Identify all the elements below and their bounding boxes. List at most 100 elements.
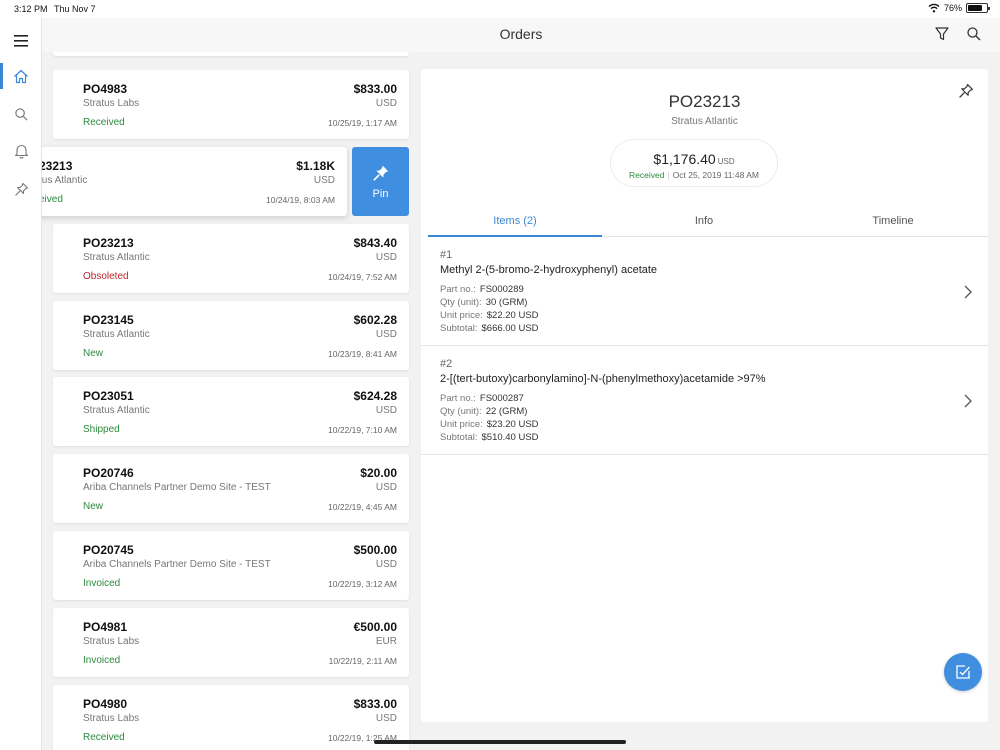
approve-fab-button[interactable] — [944, 653, 982, 691]
item-name: Methyl 2-(5-bromo-2-hydroxyphenyl) aceta… — [440, 264, 658, 276]
order-vendor: Stratus Labs — [83, 98, 140, 109]
order-vendor: Stratus Atlantic — [83, 405, 150, 416]
item-part: Part no.: FS000289 — [440, 284, 524, 295]
order-amount: €500.00 — [353, 620, 397, 634]
status-date: Thu Nov 7 — [54, 4, 96, 14]
order-currency: USD — [375, 713, 397, 724]
list-item-partial[interactable] — [53, 52, 409, 56]
item-price: Unit price: $22.20 USD — [440, 310, 539, 321]
item-subtotal: Subtotal: $510.40 USD — [440, 432, 539, 443]
status-bar: 3:12 PM Thu Nov 7 76% — [0, 0, 1000, 18]
battery-icon — [966, 3, 990, 13]
pin-label: Pin — [372, 187, 389, 200]
item-subtotal-value: $510.40 USD — [481, 432, 539, 443]
pin-icon — [14, 182, 28, 196]
order-status: New — [83, 348, 104, 359]
home-indicator[interactable] — [374, 740, 626, 744]
item-qty-value: 22 (GRM) — [485, 406, 528, 417]
item-subtotal-label: Subtotal: — [440, 323, 478, 334]
chevron-right-icon — [964, 394, 972, 408]
order-currency: USD — [375, 252, 397, 263]
line-item[interactable]: #1 Methyl 2-(5-bromo-2-hydroxyphenyl) ac… — [421, 238, 988, 346]
item-number: #2 — [440, 358, 453, 370]
nav-search[interactable] — [0, 99, 42, 129]
order-timestamp: 10/22/19, 2:11 AM — [328, 656, 397, 666]
item-qty-label: Qty (unit): — [440, 297, 482, 308]
order-po: PO23051 — [83, 389, 134, 403]
order-timestamp: 10/22/19, 7:10 AM — [328, 425, 397, 435]
order-card[interactable]: PO23051 Stratus Atlantic Shipped $624.28… — [53, 377, 409, 446]
item-part-value: FS000287 — [479, 393, 524, 404]
side-nav — [0, 18, 42, 750]
wifi-icon — [928, 3, 940, 13]
nav-pinned[interactable] — [0, 174, 42, 204]
detail-po-title: PO23213 — [668, 92, 741, 111]
order-card[interactable]: PO4980 Stratus Labs Received $833.00 USD… — [53, 685, 409, 750]
order-currency: USD — [375, 98, 397, 109]
tab-info[interactable]: Info — [617, 215, 791, 227]
nav-home[interactable] — [0, 61, 42, 91]
order-amount: $602.28 — [353, 313, 397, 327]
order-vendor: Ariba Channels Partner Demo Site - TEST — [83, 482, 271, 493]
menu-button[interactable] — [0, 26, 42, 56]
order-status: Obsoleted — [83, 271, 129, 282]
order-status: Received — [629, 170, 665, 180]
order-vendor: Stratus Labs — [83, 713, 140, 724]
order-amount: $843.40 — [353, 236, 397, 250]
pin-icon — [372, 165, 388, 181]
order-amount: $20.00 — [360, 466, 397, 480]
bell-icon — [14, 144, 28, 159]
order-card[interactable]: PO23145 Stratus Atlantic New $602.28 USD… — [53, 301, 409, 370]
order-currency: EUR — [375, 636, 397, 647]
order-amount: $624.28 — [353, 389, 397, 403]
order-po: 23213 — [42, 159, 73, 173]
order-total-currency: USD — [717, 157, 735, 166]
search-icon[interactable] — [966, 26, 982, 42]
pin-button[interactable]: Pin — [352, 147, 409, 216]
item-qty: Qty (unit): 22 (GRM) — [440, 406, 527, 417]
order-status: Received — [83, 732, 125, 743]
battery-percent: 76% — [943, 3, 962, 13]
item-qty-label: Qty (unit): — [440, 406, 482, 417]
order-currency: USD — [375, 405, 397, 416]
app-header: Orders — [42, 18, 1000, 52]
order-status: New — [83, 501, 104, 512]
order-timestamp: 10/22/19, 3:12 AM — [328, 579, 397, 589]
orders-list: PO4983 Stratus Labs Received $833.00 USD… — [42, 52, 420, 750]
order-card[interactable]: PO4981 Stratus Labs Invoiced €500.00 EUR… — [53, 608, 409, 677]
order-currency: USD — [375, 482, 397, 493]
order-status: Invoiced — [83, 655, 121, 666]
order-timestamp: 10/25/19, 1:17 AM — [328, 118, 397, 128]
order-po: PO4980 — [83, 697, 128, 711]
item-name: 2-[(tert-butoxy)carbonylamino]-N-(phenyl… — [440, 373, 766, 385]
order-date: Oct 25, 2019 11:48 AM — [672, 170, 759, 180]
line-item[interactable]: #2 2-[(tert-butoxy)carbonylamino]-N-(phe… — [421, 347, 988, 455]
order-card-swiped[interactable]: 23213 tus Atlantic eived $1.18K USD 10/2… — [42, 147, 347, 216]
checkbox-edit-icon — [956, 665, 971, 679]
status-time: 3:12 PM — [14, 4, 48, 14]
nav-notifications[interactable] — [0, 136, 42, 166]
order-timestamp: 10/24/19, 7:52 AM — [328, 272, 397, 282]
detail-tabs: Items (2) Info Timeline — [428, 211, 988, 237]
item-price-value: $22.20 USD — [486, 310, 539, 321]
order-total-amount: $1,176.40 — [653, 151, 716, 167]
item-part-label: Part no.: — [440, 284, 476, 295]
order-po: PO23145 — [83, 313, 134, 327]
item-qty-value: 30 (GRM) — [485, 297, 528, 308]
order-total: $1,176.40 USD — [611, 151, 777, 167]
order-card[interactable]: PO23213 Stratus Atlantic Obsoleted $843.… — [53, 224, 409, 293]
status-right: 76% — [928, 3, 990, 13]
order-vendor: Ariba Channels Partner Demo Site - TEST — [83, 559, 271, 570]
order-card[interactable]: PO4983 Stratus Labs Received $833.00 USD… — [53, 70, 409, 139]
filter-icon[interactable] — [934, 26, 950, 42]
tab-items[interactable]: Items (2) — [428, 215, 602, 227]
detail-vendor: Stratus Atlantic — [671, 116, 738, 127]
order-vendor: tus Atlantic — [42, 175, 88, 186]
tab-timeline[interactable]: Timeline — [806, 215, 980, 227]
order-summary: $1,176.40 USD Received | Oct 25, 2019 11:48… — [610, 139, 778, 187]
order-timestamp: 10/24/19, 8:03 AM — [266, 195, 335, 205]
order-card[interactable]: PO20746 Ariba Channels Partner Demo Site… — [53, 454, 409, 523]
order-card[interactable]: PO20745 Ariba Channels Partner Demo Site… — [53, 531, 409, 600]
order-status: Invoiced — [83, 578, 121, 589]
item-price-label: Unit price: — [440, 310, 483, 321]
